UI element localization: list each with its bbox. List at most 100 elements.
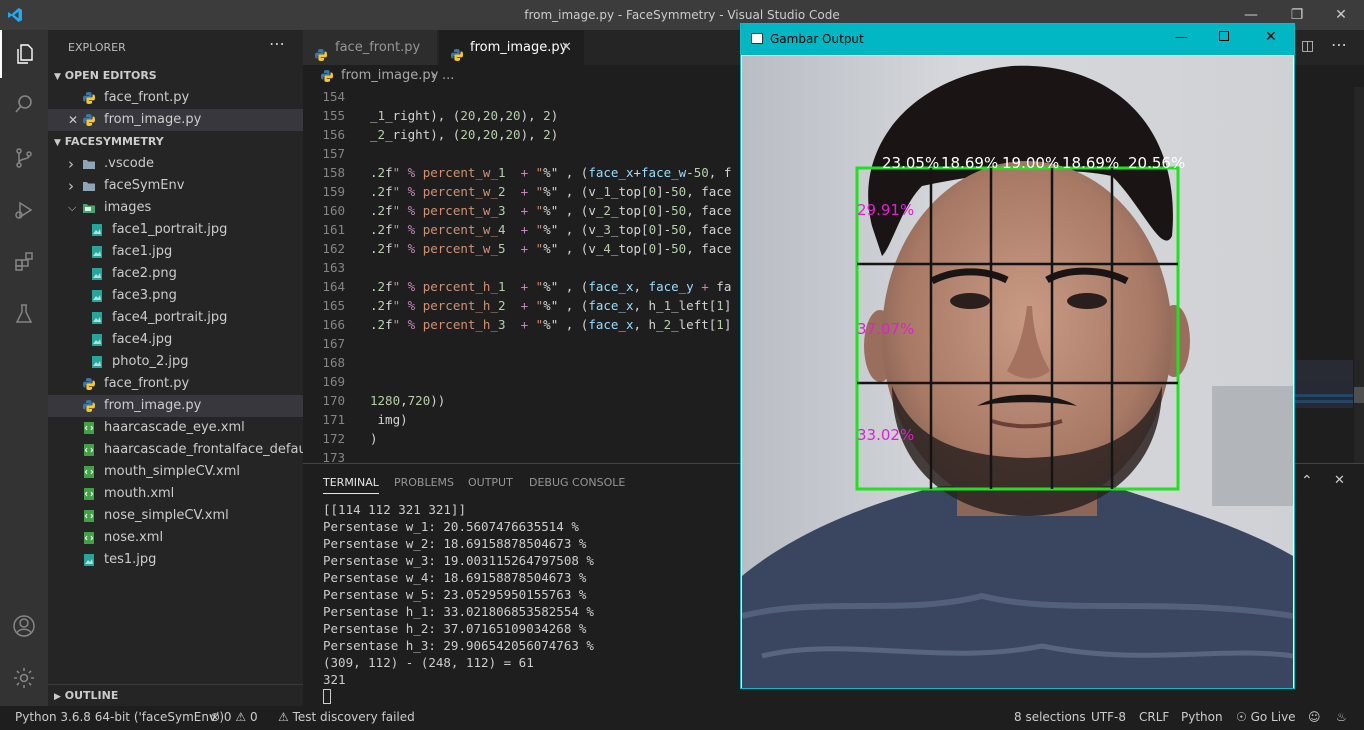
code-line[interactable]: .2f" % percent_h_1 + "%" , (face_x, face… <box>370 279 731 294</box>
file-tree-label: haarcascade_eye.xml <box>104 420 245 435</box>
line-number: 158 <box>322 165 345 180</box>
line-number: 157 <box>322 146 345 161</box>
code-line[interactable]: ) <box>370 431 378 446</box>
file-tree-item[interactable]: from_image.py <box>48 395 303 417</box>
open-editors-section[interactable]: ▼ OPEN EDITORS <box>48 65 303 87</box>
run-debug-icon[interactable] <box>0 186 48 234</box>
file-tree-item[interactable]: mouth.xml <box>48 483 303 505</box>
file-tree-item[interactable]: ⌵ images <box>48 197 303 219</box>
test-status[interactable]: ⚠ Test discovery failed <box>278 710 415 724</box>
file-tree-item[interactable]: face_front.py <box>48 373 303 395</box>
open-editors-title: OPEN EDITORS <box>64 69 157 82</box>
code-line[interactable]: _2_right), (20,20,20), 2) <box>370 127 558 142</box>
feedback-icon[interactable]: ☺ <box>1308 710 1321 724</box>
file-tree-item[interactable]: haarcascade_eye.xml <box>48 417 303 439</box>
close-panel-icon[interactable]: ✕ <box>1334 473 1345 488</box>
chevron-right-icon[interactable]: › <box>68 153 74 175</box>
minimize-icon[interactable]: — <box>1175 30 1188 45</box>
close-editor-icon[interactable]: ✕ <box>68 109 78 131</box>
close-icon[interactable]: ✕ <box>1318 0 1364 30</box>
encoding-status[interactable]: UTF-8 <box>1091 710 1126 724</box>
tab-from-image[interactable]: from_image.py ✕ <box>439 30 584 65</box>
folder-icon <box>82 179 96 193</box>
project-section[interactable]: ▼ FACESYMMETRY <box>48 131 303 153</box>
file-tree-item[interactable]: haarcascade_frontalface_default.... <box>48 439 332 461</box>
code-line[interactable]: .2f" % percent_h_3 + "%" , (face_x, h_2_… <box>370 317 731 332</box>
open-editor-item-active[interactable]: ✕ from_image.py <box>48 109 303 131</box>
file-tree-label: photo_2.jpg <box>112 354 189 369</box>
tab-face-front[interactable]: face_front.py <box>303 30 437 65</box>
line-number: 169 <box>322 374 345 389</box>
tab-terminal[interactable]: TERMINAL <box>323 476 379 494</box>
terminal-output[interactable]: [[114 112 321 321]] Persentase w_1: 20.56… <box>323 501 594 688</box>
code-line[interactable]: 1280,720)) <box>370 393 445 408</box>
file-tree-item[interactable]: nose.xml <box>48 527 303 549</box>
split-editor-icon[interactable]: ◫ <box>1301 38 1314 54</box>
code-line[interactable]: .2f" % percent_w_1 + "%" , (face_x+face_… <box>370 165 731 180</box>
more-actions-icon[interactable]: ⋯ <box>1331 35 1347 54</box>
file-tree-item[interactable]: mouth_simpleCV.xml <box>48 461 303 483</box>
maximize-icon[interactable] <box>1219 31 1229 41</box>
notifications-bell-icon[interactable]: ♨ <box>1336 710 1347 724</box>
breadcrumb-file[interactable]: from_image.py <box>341 65 438 87</box>
file-tree-item[interactable]: face1.jpg <box>48 241 303 263</box>
breadcrumb-more[interactable]: ... <box>442 65 454 87</box>
output-image-window[interactable]: Gambar Output — ✕ 23.05% 18.69% 19.00% 1… <box>740 23 1295 689</box>
open-editor-item[interactable]: face_front.py <box>48 87 303 109</box>
minimap[interactable] <box>1295 360 1353 408</box>
explorer-icon[interactable] <box>0 30 48 78</box>
problems-status[interactable]: ⊗ 0 ⚠ 0 <box>210 710 258 724</box>
go-live-button[interactable]: ☉ Go Live <box>1236 710 1296 724</box>
file-tree-item[interactable]: face4.jpg <box>48 329 303 351</box>
code-line[interactable]: .2f" % percent_h_2 + "%" , (face_x, h_1_… <box>370 298 731 313</box>
file-tree-label: faceSymEnv <box>104 178 185 193</box>
outline-section[interactable]: ▶ OUTLINE <box>48 684 309 707</box>
terminal-line: Persentase w_5: 23.05295950155763 % <box>323 587 587 602</box>
file-tree-label: from_image.py <box>104 398 202 413</box>
chevron-down-icon[interactable]: ⌵ <box>68 197 76 219</box>
file-tree-item[interactable]: face1_portrait.jpg <box>48 219 303 241</box>
chevron-right-icon[interactable]: › <box>68 175 74 197</box>
file-tree-label: face_front.py <box>104 376 190 391</box>
image-file-icon <box>90 245 104 259</box>
tab-output[interactable]: OUTPUT <box>468 476 513 489</box>
file-tree-item[interactable]: nose_simpleCV.xml <box>48 505 303 527</box>
folder-icon <box>82 157 96 171</box>
close-tab-icon[interactable]: ✕ <box>561 30 572 65</box>
file-tree-item[interactable]: face4_portrait.jpg <box>48 307 303 329</box>
code-line[interactable]: .2f" % percent_w_4 + "%" , (v_3_top[0]-5… <box>370 222 731 237</box>
selections-status[interactable]: 8 selections <box>1014 710 1086 724</box>
language-status[interactable]: Python <box>1181 710 1223 724</box>
file-tree-item[interactable]: face3.png <box>48 285 303 307</box>
eol-status[interactable]: CRLF <box>1139 710 1169 724</box>
code-line[interactable]: _1_right), (20,20,20), 2) <box>370 108 558 123</box>
code-line[interactable]: .2f" % percent_w_5 + "%" , (v_4_top[0]-5… <box>370 241 731 256</box>
close-icon[interactable]: ✕ <box>1265 29 1277 45</box>
file-tree-item[interactable]: › faceSymEnv <box>48 175 303 197</box>
settings-gear-icon[interactable] <box>0 654 48 702</box>
output-window-title: Gambar Output <box>770 32 864 46</box>
width-label: 20.56% <box>1128 154 1185 172</box>
file-tree-item[interactable]: › .vscode <box>48 153 303 175</box>
source-control-icon[interactable] <box>0 134 48 182</box>
maximize-panel-icon[interactable]: ⌃ <box>1301 473 1313 489</box>
output-window-titlebar[interactable]: Gambar Output — ✕ <box>741 24 1294 55</box>
search-icon[interactable] <box>0 80 48 128</box>
image-file-icon <box>90 289 104 303</box>
file-tree-item[interactable]: tes1.jpg <box>48 549 303 571</box>
ellipsis-icon[interactable]: ⋯ <box>269 26 285 61</box>
extensions-icon[interactable] <box>0 238 48 286</box>
file-tree-label: haarcascade_frontalface_default.... <box>104 442 332 457</box>
tab-problems[interactable]: PROBLEMS <box>394 476 454 489</box>
file-tree-item[interactable]: face2.png <box>48 263 303 285</box>
tab-debug-console[interactable]: DEBUG CONSOLE <box>529 476 625 489</box>
width-label: 23.05% <box>882 154 939 172</box>
testing-icon[interactable] <box>0 290 48 338</box>
code-line[interactable]: .2f" % percent_w_3 + "%" , (v_2_top[0]-5… <box>370 203 731 218</box>
code-line[interactable]: .2f" % percent_w_2 + "%" , (v_1_top[0]-5… <box>370 184 731 199</box>
editor-scrollbar[interactable] <box>1354 87 1364 463</box>
code-line[interactable]: img) <box>370 412 408 427</box>
python-interpreter[interactable]: Python 3.6.8 64-bit ('faceSymEnv') <box>15 710 224 724</box>
account-icon[interactable] <box>0 602 48 650</box>
file-tree-item[interactable]: photo_2.jpg <box>48 351 303 373</box>
